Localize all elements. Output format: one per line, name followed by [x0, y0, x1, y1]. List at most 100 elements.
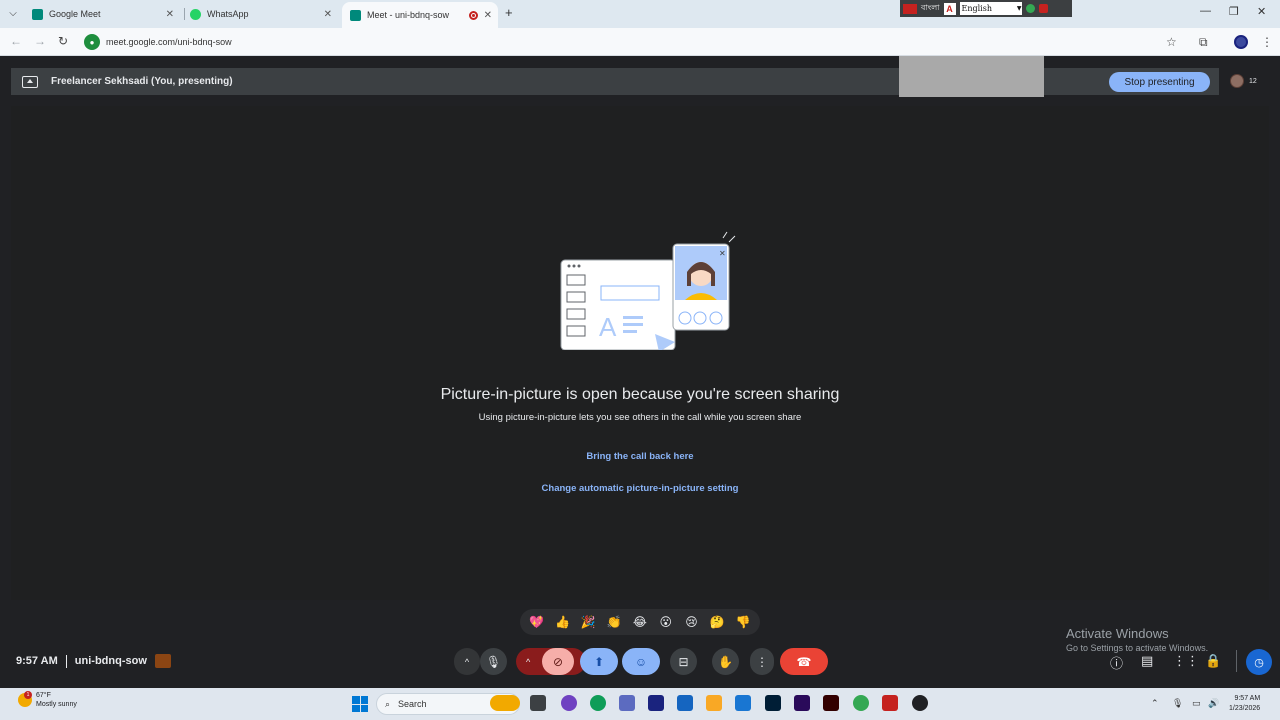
audio-options-chevron-icon[interactable]: ^ — [454, 648, 480, 675]
new-tab-button[interactable]: + — [505, 5, 513, 20]
acrobat-icon[interactable] — [882, 695, 898, 711]
script-label[interactable]: বাংলা — [921, 2, 940, 15]
tab-meet-active[interactable]: Meet - uni-bdnq-sow ✕ — [342, 2, 498, 28]
close-tab-icon[interactable]: ✕ — [166, 9, 174, 20]
font-a-icon[interactable]: A — [943, 2, 956, 15]
widget-food-icon[interactable] — [490, 695, 520, 711]
vpn-app-icon[interactable] — [619, 695, 635, 711]
laugh-reaction-icon[interactable]: 😂 — [629, 611, 651, 633]
meeting-info-icon[interactable]: ⓘ — [1110, 653, 1123, 672]
pip-illustration: A ✕ — [560, 231, 736, 350]
microphone-button[interactable]: 🎙 — [480, 648, 507, 675]
change-pip-setting-link[interactable]: Change automatic picture-in-picture sett… — [11, 483, 1269, 494]
reactions-bar: 💖 👍 🎉 👏 😂 😮 😢 🤔 👎 — [520, 609, 760, 635]
outlook-icon[interactable] — [735, 695, 751, 711]
participants-button[interactable]: 12 — [1230, 74, 1257, 88]
surprised-reaction-icon[interactable]: 😮 — [655, 611, 677, 633]
close-tab-icon[interactable]: ✕ — [324, 9, 332, 20]
back-arrow-icon[interactable]: ← — [10, 34, 22, 48]
tab-title: WhatsApp — [207, 9, 249, 19]
status-green-icon[interactable] — [1025, 4, 1035, 13]
activate-windows-subtitle: Go to Settings to activate Windows. — [1066, 643, 1209, 653]
chat-icon[interactable]: ▤ — [1141, 653, 1153, 669]
tray-microphone-icon[interactable]: 🎙 — [1172, 698, 1183, 709]
taskview-icon[interactable] — [530, 695, 546, 711]
sad-reaction-icon[interactable]: 😢 — [680, 611, 702, 633]
emoji-reactions-button[interactable]: ☺ — [622, 648, 660, 675]
url-text: meet.google.com/uni-bdnq-sow — [106, 37, 232, 47]
extensions-puzzle-icon[interactable]: ⧉ — [1199, 35, 1208, 50]
meeting-time: 9:57 AM — [16, 655, 58, 667]
premiere-icon[interactable] — [794, 695, 810, 711]
tab-whatsapp[interactable]: WhatsApp ✕ — [182, 3, 338, 25]
minimize-icon[interactable]: — — [1200, 5, 1211, 17]
participant-avatar — [1230, 74, 1244, 88]
meeting-info: 9:57 AM uni-bdnq-sow — [16, 654, 171, 668]
tab-search-chevron-icon[interactable]: ⌵ — [4, 4, 22, 22]
party-reaction-icon[interactable]: 🎉 — [577, 611, 599, 633]
camera-off-button[interactable]: ⊘ — [542, 648, 574, 675]
omnibox[interactable]: ● meet.google.com/uni-bdnq-sow — [82, 32, 1190, 52]
language-value: English — [961, 4, 993, 13]
activities-grid-icon[interactable]: ⋮⋮ — [1173, 653, 1199, 669]
store-icon[interactable] — [677, 695, 693, 711]
video-options-chevron-icon[interactable]: ^ — [526, 657, 530, 667]
thumbs-down-reaction-icon[interactable]: 👎 — [732, 611, 754, 633]
clock-date: 1/23/2026 — [1229, 705, 1261, 712]
chevron-down-icon: ▼ — [1016, 5, 1022, 12]
chrome-icon[interactable] — [853, 695, 869, 711]
more-options-button[interactable]: ⋮ — [750, 648, 774, 675]
reload-icon[interactable]: ↻ — [58, 34, 68, 48]
windows-start-icon[interactable] — [352, 696, 368, 712]
browser-tab-bar: ⌵ Google Meet ✕ WhatsApp ✕ Meet - uni-bd… — [0, 0, 1280, 28]
chrome-profile-icon[interactable] — [912, 695, 928, 711]
language-toolbar: বাংলা A English ▼ — [900, 0, 1072, 17]
adobe-ae-icon[interactable] — [648, 695, 664, 711]
raise-hand-button[interactable]: ✋ — [712, 648, 739, 675]
microphone-icon: 🎙 — [485, 654, 502, 669]
thumbs-up-reaction-icon[interactable]: 👍 — [552, 611, 574, 633]
browser-menu-icon[interactable]: ⋮ — [1261, 35, 1273, 49]
tray-chevron-up-icon[interactable]: ⌃ — [1151, 698, 1159, 709]
captions-button[interactable]: ⊟ — [670, 648, 697, 675]
camera-off-icon: ⊘ — [552, 654, 564, 669]
forward-arrow-icon[interactable]: → — [34, 34, 46, 48]
close-tab-icon[interactable]: ✕ — [484, 10, 492, 21]
clap-reaction-icon[interactable]: 👏 — [603, 611, 625, 633]
participant-count: 12 — [1249, 77, 1257, 85]
phone-hangup-icon: ☎ — [796, 654, 812, 669]
tab-google-meet[interactable]: Google Meet ✕ — [24, 3, 180, 25]
bring-call-back-link[interactable]: Bring the call back here — [11, 451, 1269, 462]
copilot-icon[interactable] — [561, 695, 577, 711]
heart-reaction-icon[interactable]: 💖 — [526, 611, 548, 633]
close-window-icon[interactable]: ✕ — [1257, 5, 1266, 18]
microphone-site-icon[interactable]: ● — [84, 34, 100, 50]
svg-text:✕: ✕ — [719, 249, 726, 258]
present-screen-icon — [22, 75, 38, 88]
google-meet-favicon-icon — [32, 8, 43, 20]
present-screen-button[interactable]: ⬆ — [580, 648, 618, 675]
restore-icon[interactable]: ❐ — [1229, 5, 1239, 18]
end-call-button[interactable]: ☎ — [780, 648, 828, 675]
language-select[interactable]: English ▼ — [959, 2, 1022, 15]
stop-presenting-button[interactable]: Stop presenting — [1109, 72, 1210, 92]
leave-door-icon[interactable] — [154, 654, 171, 668]
thinking-reaction-icon[interactable]: 🤔 — [706, 611, 728, 633]
profile-avatar[interactable] — [1234, 35, 1248, 49]
meeting-code: uni-bdnq-sow — [74, 655, 147, 667]
edge-browser-icon[interactable] — [590, 695, 606, 711]
weather-desc: Mostly sunny — [36, 701, 77, 708]
file-explorer-icon[interactable] — [706, 695, 722, 711]
present-icon: ⬆ — [593, 654, 605, 669]
weather-widget[interactable]: 1 67°F Mostly sunny — [18, 691, 77, 709]
illustrator-icon[interactable] — [823, 695, 839, 711]
flag-red-icon[interactable] — [1038, 4, 1048, 13]
host-controls-lock-icon[interactable]: 🔒 — [1205, 653, 1221, 669]
tray-volume-icon[interactable]: 🔊 — [1208, 698, 1219, 709]
photoshop-icon[interactable] — [765, 695, 781, 711]
taskbar-clock[interactable]: 9:57 AM 1/23/2026 — [1229, 694, 1260, 714]
presenter-label: Freelancer Sekhsadi (You, presenting) — [51, 76, 233, 87]
timer-button[interactable]: ◷ — [1246, 649, 1272, 675]
tray-monitor-icon[interactable]: ▭ — [1192, 698, 1201, 709]
bookmark-star-icon[interactable]: ☆ — [1166, 35, 1177, 49]
